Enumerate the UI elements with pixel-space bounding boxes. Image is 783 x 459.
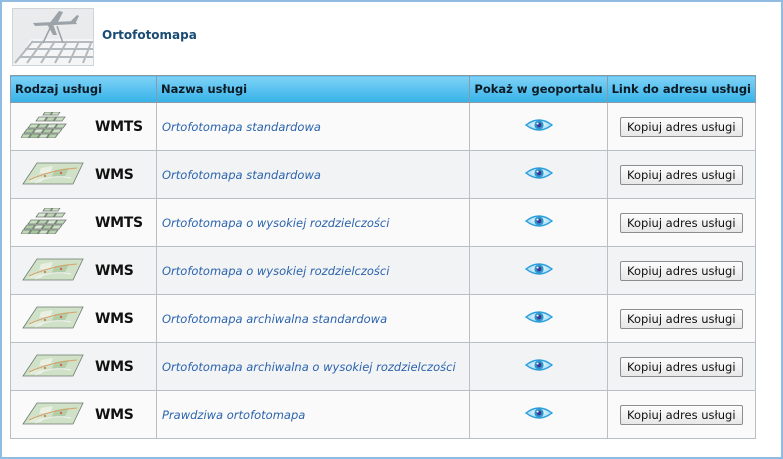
table-row: WMTS Ortofotomapa o wysokiej rozdzielczo… <box>10 198 757 247</box>
service-name-cell: Prawdziwa ortofotomapa <box>155 390 471 439</box>
copy-url-button[interactable]: Kopiuj adres usługi <box>620 116 743 137</box>
service-type-label: WMS <box>95 166 134 183</box>
service-name-cell: Ortofotomapa archiwalna standardowa <box>155 294 471 343</box>
service-name-cell: Ortofotomapa o wysokiej rozdzielczości <box>155 246 471 295</box>
eye-icon[interactable] <box>524 405 553 424</box>
wms-map-sheet-icon <box>21 256 93 285</box>
column-header-name: Nazwa usługi <box>155 75 471 103</box>
show-in-geoportal-cell <box>469 246 608 295</box>
copy-link-cell: Kopiuj adres usługi <box>606 198 757 247</box>
service-name-link[interactable]: Ortofotomapa archiwalna o wysokiej rozdz… <box>162 360 456 374</box>
service-type-label: WMTS <box>95 214 143 231</box>
table-row: WMTS Ortofotomapa standardowa Kopiuj adr… <box>10 102 757 151</box>
copy-url-button[interactable]: Kopiuj adres usługi <box>620 356 743 377</box>
service-name-link[interactable]: Prawdziwa ortofotomapa <box>162 408 305 422</box>
service-name-cell: Ortofotomapa standardowa <box>155 150 471 199</box>
copy-url-button[interactable]: Kopiuj adres usługi <box>620 260 743 281</box>
column-header-show: Pokaż w geoportalu <box>469 75 608 103</box>
copy-link-cell: Kopiuj adres usługi <box>606 102 757 151</box>
copy-link-cell: Kopiuj adres usługi <box>606 390 757 439</box>
show-in-geoportal-cell <box>469 150 608 199</box>
eye-icon[interactable] <box>524 117 553 136</box>
service-name-link[interactable]: Ortofotomapa o wysokiej rozdzielczości <box>162 216 389 230</box>
copy-link-cell: Kopiuj adres usługi <box>606 342 757 391</box>
column-header-type: Rodzaj usługi <box>10 75 157 103</box>
section-title: Ortofotomapa <box>102 28 197 42</box>
wms-map-sheet-icon <box>21 160 93 189</box>
service-type-cell: WMS <box>10 246 157 295</box>
wmts-tiles-icon <box>20 111 93 141</box>
service-type-label: WMTS <box>95 118 143 135</box>
eye-icon[interactable] <box>524 357 553 376</box>
service-name-link[interactable]: Ortofotomapa standardowa <box>162 168 321 182</box>
service-type-label: WMS <box>95 262 134 279</box>
service-name-link[interactable]: Ortofotomapa o wysokiej rozdzielczości <box>162 264 389 278</box>
table-header-row: Rodzaj usługi Nazwa usługi Pokaż w geopo… <box>10 75 757 103</box>
service-panel: Ortofotomapa Rodzaj usługi Nazwa usługi … <box>0 0 783 459</box>
copy-url-button[interactable]: Kopiuj adres usługi <box>620 212 743 233</box>
aerial-photo-plane-icon <box>12 8 94 66</box>
wms-map-sheet-icon <box>21 400 93 429</box>
service-type-cell: WMTS <box>10 198 157 247</box>
show-in-geoportal-cell <box>469 390 608 439</box>
eye-icon[interactable] <box>524 213 553 232</box>
copy-url-button[interactable]: Kopiuj adres usługi <box>620 404 743 425</box>
eye-icon[interactable] <box>524 165 553 184</box>
eye-icon[interactable] <box>524 309 553 328</box>
service-type-cell: WMTS <box>10 102 157 151</box>
table-row: WMS Ortofotomapa archiwalna standardowa <box>10 294 757 343</box>
show-in-geoportal-cell <box>469 102 608 151</box>
wms-map-sheet-icon <box>21 304 93 333</box>
table-row: WMS Ortofotomapa o wysokiej rozdzielczoś… <box>10 246 757 295</box>
table-row: WMS Ortofotomapa standardowa Kopiuj adre… <box>10 150 757 199</box>
show-in-geoportal-cell <box>469 198 608 247</box>
column-header-link: Link do adresu usługi <box>606 75 757 103</box>
wms-map-sheet-icon <box>21 352 93 381</box>
copy-url-button[interactable]: Kopiuj adres usługi <box>620 308 743 329</box>
service-name-link[interactable]: Ortofotomapa standardowa <box>162 120 321 134</box>
service-type-label: WMS <box>95 310 134 327</box>
copy-link-cell: Kopiuj adres usługi <box>606 150 757 199</box>
show-in-geoportal-cell <box>469 342 608 391</box>
copy-link-cell: Kopiuj adres usługi <box>606 246 757 295</box>
service-type-cell: WMS <box>10 390 157 439</box>
service-name-link[interactable]: Ortofotomapa archiwalna standardowa <box>162 312 387 326</box>
service-name-cell: Ortofotomapa standardowa <box>155 102 471 151</box>
service-type-label: WMS <box>95 358 134 375</box>
copy-url-button[interactable]: Kopiuj adres usługi <box>620 164 743 185</box>
service-type-cell: WMS <box>10 294 157 343</box>
show-in-geoportal-cell <box>469 294 608 343</box>
service-name-cell: Ortofotomapa o wysokiej rozdzielczości <box>155 198 471 247</box>
copy-link-cell: Kopiuj adres usługi <box>606 294 757 343</box>
service-name-cell: Ortofotomapa archiwalna o wysokiej rozdz… <box>155 342 471 391</box>
table-row: WMS Ortofotomapa archiwalna o wysokiej r… <box>10 342 757 391</box>
eye-icon[interactable] <box>524 261 553 280</box>
service-type-label: WMS <box>95 406 134 423</box>
service-type-cell: WMS <box>10 150 157 199</box>
wmts-tiles-icon <box>20 207 93 237</box>
table-row: WMS Prawdziwa ortofotomapa Kopiuj adres … <box>10 390 757 439</box>
services-table: Rodzaj usługi Nazwa usługi Pokaż w geopo… <box>10 75 757 439</box>
service-type-cell: WMS <box>10 342 157 391</box>
